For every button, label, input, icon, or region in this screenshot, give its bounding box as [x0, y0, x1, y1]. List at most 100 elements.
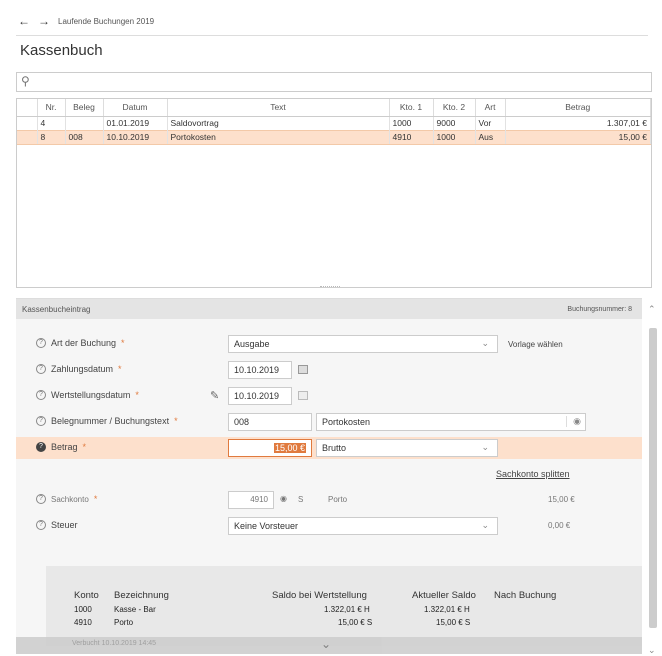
forward-arrow-icon[interactable]: →: [38, 14, 50, 28]
template-link[interactable]: Vorlage wählen: [508, 340, 563, 349]
sachkonto-name: Porto: [328, 495, 348, 504]
chevron-down-icon: ⌄: [481, 442, 489, 452]
saldo-akt: 1.322,01 € H: [424, 605, 470, 614]
saldo-head-akt: Aktueller Saldo: [412, 590, 476, 601]
sachkonto-label: Sachkonto: [51, 494, 89, 504]
col-select: [17, 99, 38, 117]
row-select[interactable]: [17, 116, 38, 130]
collapse-bar[interactable]: Verbucht 10.10.2019 14:45 ⌄: [16, 637, 642, 654]
table-row[interactable]: 4 01.01.2019 Saldovortrag 1000 9000 Vor …: [17, 116, 651, 130]
cell-kto1: 1000: [389, 116, 434, 130]
required-mark: *: [118, 364, 122, 374]
scrollbar-thumb[interactable]: [649, 328, 657, 628]
saldo-head-konto: Konto: [74, 590, 99, 601]
belegnummer-field[interactable]: 008: [228, 413, 312, 431]
steuer-value: Keine Vorsteuer: [234, 521, 299, 531]
footer-version: Verbucht 10.10.2019 14:45: [72, 640, 157, 647]
art-select[interactable]: Ausgabe ⌄: [228, 335, 498, 353]
brutto-value: Brutto: [322, 443, 347, 453]
saldo-head-nach: Nach Buchung: [494, 590, 557, 601]
cell-beleg: 008: [65, 129, 104, 145]
steuer-label: Steuer: [51, 520, 78, 530]
buchungstext-field[interactable]: Portokosten ◉: [316, 413, 586, 431]
help-icon[interactable]: ?: [36, 390, 46, 400]
col-datum[interactable]: Datum: [103, 99, 168, 117]
balance-panel: Konto Bezeichnung Saldo bei Wertstellung…: [46, 566, 642, 646]
pencil-icon[interactable]: ✎: [210, 389, 219, 402]
col-betrag[interactable]: Betrag: [505, 99, 651, 117]
zahlungsdatum-label: Zahlungsdatum: [51, 364, 114, 374]
brutto-select[interactable]: Brutto ⌄: [316, 439, 498, 457]
zahlungsdatum-field[interactable]: 10.10.2019: [228, 361, 292, 379]
row-art: ? Art der Buchung * Ausgabe ⌄ Vorlage wäh…: [16, 333, 642, 355]
label-betrag: ? Betrag *: [36, 442, 86, 452]
help-icon[interactable]: ?: [36, 520, 46, 530]
cell-kto2: 9000: [433, 116, 476, 130]
scrollbar[interactable]: ⌃ ⌄: [648, 304, 658, 655]
col-kto1[interactable]: Kto. 1: [389, 99, 434, 117]
split-account-link[interactable]: Sachkonto splitten: [496, 469, 570, 479]
row-zahlungsdatum: ? Zahlungsdatum * 10.10.2019: [16, 359, 642, 381]
saldo-konto: 4910: [74, 618, 92, 627]
cell-betrag: 1.307,01 €: [505, 116, 651, 130]
cell-kto2: 1000: [433, 129, 476, 145]
wertstellung-label: Wertstellungsdatum: [51, 390, 131, 400]
cell-datum: 01.01.2019: [103, 116, 168, 130]
chevron-down-icon[interactable]: ⌄: [321, 637, 331, 651]
label-wertstellung: ? Wertstellungsdatum *: [36, 390, 139, 400]
saldo-wert: 1.322,01 € H: [324, 605, 370, 614]
label-art: ? Art der Buchung *: [36, 338, 125, 348]
wertstellung-field[interactable]: 10.10.2019: [228, 387, 292, 405]
col-beleg[interactable]: Beleg: [65, 99, 104, 117]
buchungstext-value: Portokosten: [322, 417, 371, 427]
col-text[interactable]: Text: [167, 99, 390, 117]
help-icon[interactable]: ?: [36, 416, 46, 426]
steuer-select[interactable]: Keine Vorsteuer ⌄: [228, 517, 498, 535]
cell-nr: 4: [37, 116, 66, 130]
betrag-field[interactable]: 15,00 €: [228, 439, 312, 457]
col-kto2[interactable]: Kto. 2: [433, 99, 476, 117]
col-nr[interactable]: Nr.: [37, 99, 66, 117]
sachkonto-field[interactable]: 4910: [228, 491, 274, 509]
scroll-up-icon[interactable]: ⌃: [648, 304, 656, 315]
label-zahlungsdatum: ? Zahlungsdatum *: [36, 364, 122, 374]
back-arrow-icon[interactable]: ←: [18, 14, 30, 28]
scroll-down-icon[interactable]: ⌄: [648, 645, 656, 656]
table-header-row: Nr. Beleg Datum Text Kto. 1 Kto. 2 Art B…: [17, 99, 651, 117]
breadcrumb-label[interactable]: Laufende Buchungen 2019: [58, 17, 154, 26]
saldo-bez: Porto: [114, 618, 134, 627]
col-art[interactable]: Art: [475, 99, 506, 117]
cell-art: Aus: [475, 129, 506, 145]
search-input[interactable]: ⚲: [16, 72, 652, 92]
saldo-head-bez: Bezeichnung: [114, 590, 169, 601]
cell-datum: 10.10.2019: [103, 129, 168, 145]
cell-nr: 8: [37, 129, 66, 145]
label-beleg: ? Belegnummer / Buchungstext *: [36, 416, 178, 426]
cell-text: Saldovortrag: [167, 116, 390, 130]
table-row-selected[interactable]: 8 008 10.10.2019 Portokosten 4910 1000 A…: [17, 129, 651, 145]
chevron-down-icon: ⌄: [481, 338, 489, 348]
search-icon: ⚲: [21, 74, 30, 88]
help-icon[interactable]: ?: [36, 494, 46, 504]
saldo-akt: 15,00 € S: [436, 618, 471, 627]
booking-table: Nr. Beleg Datum Text Kto. 1 Kto. 2 Art B…: [16, 98, 652, 288]
row-sachkonto: ? Sachkonto * 4910 ◉ S Porto 15,00 €: [16, 489, 642, 511]
breadcrumb-bar: ← → Laufende Buchungen 2019: [18, 12, 154, 30]
form-header: Kassenbucheintrag Buchungsnummer: 8: [16, 299, 642, 319]
help-icon[interactable]: ?: [36, 364, 46, 374]
help-icon[interactable]: ?: [36, 338, 46, 348]
cell-kto1: 4910: [389, 129, 434, 145]
row-select[interactable]: [17, 129, 38, 145]
calendar-icon[interactable]: [298, 391, 308, 400]
lightbulb-icon[interactable]: ◉: [566, 416, 581, 427]
divider: [16, 35, 648, 36]
resize-handle[interactable]: [320, 286, 340, 289]
lightbulb-icon[interactable]: ◉: [280, 494, 287, 503]
row-beleg: ? Belegnummer / Buchungstext * 008 Portok…: [16, 411, 642, 433]
form-title: Kassenbucheintrag: [22, 304, 91, 314]
help-icon[interactable]: ?: [36, 442, 46, 452]
sachkonto-side: S: [298, 495, 304, 504]
calendar-icon[interactable]: [298, 365, 308, 374]
saldo-konto: 1000: [74, 605, 92, 614]
booking-number: Buchungsnummer: 8: [567, 305, 632, 313]
